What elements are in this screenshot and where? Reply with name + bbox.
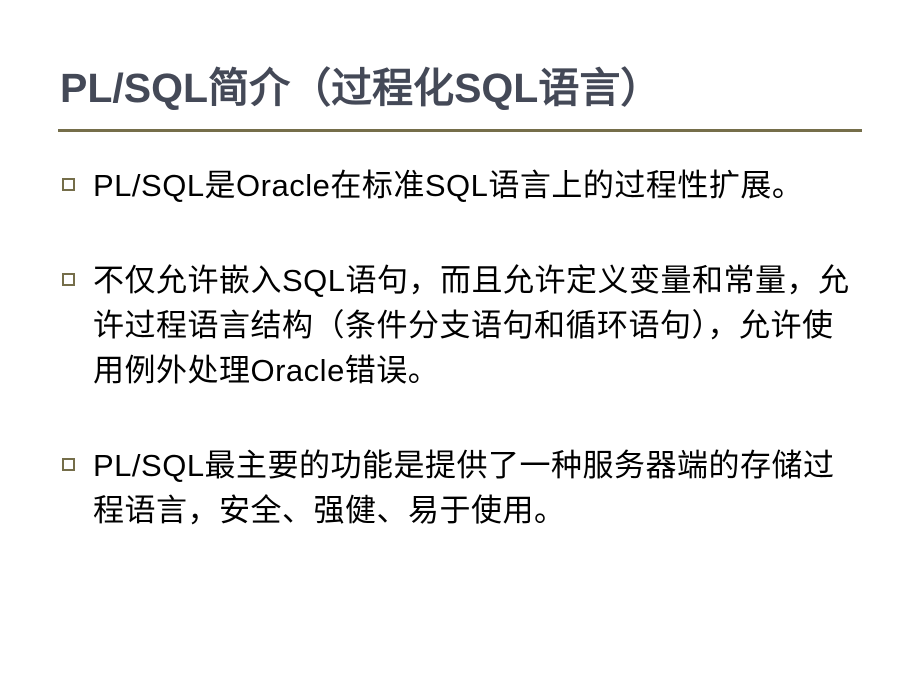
bullet-text: PL/SQL最主要的功能是提供了一种服务器端的存储过程语言，安全、强健、易于使用… bbox=[93, 444, 862, 534]
bullet-text: 不仅允许嵌入SQL语句，而且允许定义变量和常量，允许过程语言结构（条件分支语句和… bbox=[93, 259, 862, 394]
bullet-text: PL/SQL是Oracle在标准SQL语言上的过程性扩展。 bbox=[93, 164, 803, 209]
title-underline bbox=[58, 129, 862, 132]
bullet-square-icon bbox=[62, 273, 75, 286]
bullet-item: PL/SQL是Oracle在标准SQL语言上的过程性扩展。 bbox=[62, 164, 862, 209]
bullet-square-icon bbox=[62, 458, 75, 471]
slide-title: PL/SQL简介（过程化SQL语言） bbox=[58, 62, 862, 115]
bullet-square-icon bbox=[62, 178, 75, 191]
bullet-item: PL/SQL最主要的功能是提供了一种服务器端的存储过程语言，安全、强健、易于使用… bbox=[62, 444, 862, 534]
content-area: PL/SQL是Oracle在标准SQL语言上的过程性扩展。 不仅允许嵌入SQL语… bbox=[58, 164, 862, 534]
bullet-item: 不仅允许嵌入SQL语句，而且允许定义变量和常量，允许过程语言结构（条件分支语句和… bbox=[62, 259, 862, 394]
slide-container: PL/SQL简介（过程化SQL语言） PL/SQL是Oracle在标准SQL语言… bbox=[0, 0, 920, 690]
title-block: PL/SQL简介（过程化SQL语言） bbox=[58, 62, 862, 132]
